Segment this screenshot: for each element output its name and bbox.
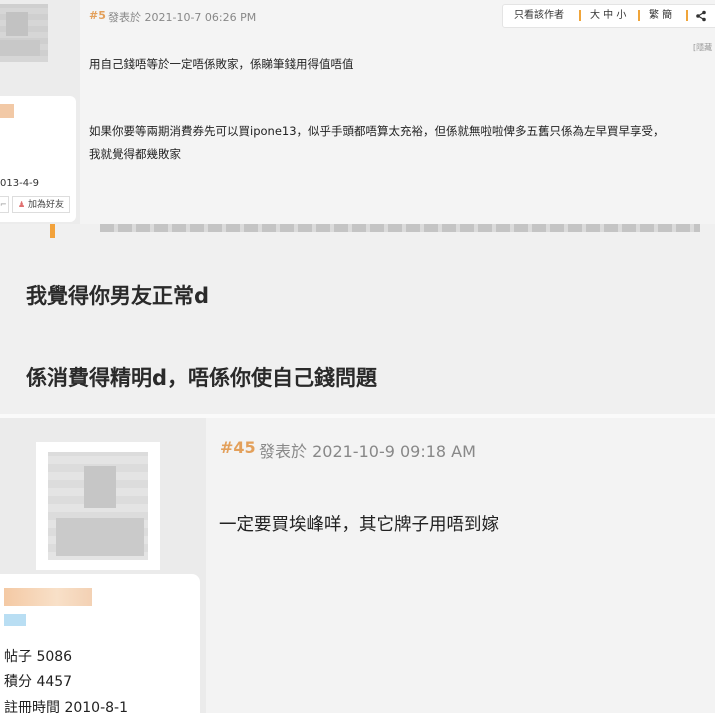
message-button[interactable]: ⌐ xyxy=(0,196,9,213)
add-friend-icon: ♟ xyxy=(17,200,26,209)
cutoff-text-fragment xyxy=(100,224,700,232)
post-45: 帖子 5086 積分 4457 註冊時間 2010-8-1 #45 發表於 20… xyxy=(0,418,715,713)
post-text-line: 用自己錢唔等於一定唔係敗家，係睇筆錢用得值唔值 xyxy=(89,57,354,71)
avatar-head xyxy=(6,12,28,36)
toolbar-divider xyxy=(638,10,640,21)
user-posts-count: 帖子 5086 xyxy=(4,649,73,665)
toolbar-divider xyxy=(686,10,688,21)
quote-marker xyxy=(50,224,55,238)
user-reg-date: 013-4-9 xyxy=(0,178,40,189)
post-5: 013-4-9 ⌐ ♟ 加為好友 #5 發表於 2021-10-7 06:26 … xyxy=(0,0,715,224)
quote-text-line: 係消費得精明d，唔係你使自己錢問題 xyxy=(26,366,378,390)
author-only-link[interactable]: 只看該作者 xyxy=(514,5,564,27)
user-group-blurred xyxy=(4,614,26,626)
post-toolbar: 只看該作者 大 中 小 繁 簡 xyxy=(502,4,715,28)
post-text-line: 一定要買埃峰咩，其它牌子用唔到嫁 xyxy=(219,515,499,535)
post-timestamp: 發表於 2021-10-9 09:18 AM xyxy=(259,442,476,461)
hidden-label[interactable]: [隱藏 xyxy=(693,42,712,53)
avatar-body xyxy=(56,518,144,556)
post-timestamp: 發表於 2021-10-7 06:26 PM xyxy=(108,11,257,24)
avatar-image xyxy=(48,452,148,560)
script-toggle-link[interactable]: 繁 簡 xyxy=(649,5,672,27)
user-avatar[interactable] xyxy=(36,442,160,570)
add-friend-label: 加為好友 xyxy=(28,200,65,210)
avatar-body xyxy=(0,40,40,56)
share-icon[interactable] xyxy=(695,5,707,31)
username-blurred[interactable] xyxy=(0,104,14,118)
user-reg-date: 註冊時間 2010-8-1 xyxy=(4,700,128,713)
post-text-line: 我就覺得都幾敗家 xyxy=(89,147,181,161)
toolbar-divider xyxy=(579,10,581,21)
quoted-reply: 我覺得你男友正常d 係消費得精明d，唔係你使自己錢問題 xyxy=(0,224,715,414)
username-blurred[interactable] xyxy=(4,588,92,606)
add-friend-button[interactable]: ♟ 加為好友 xyxy=(12,196,70,213)
post-text-line: 如果你要等兩期消費券先可以買ipone13，似乎手頭都唔算太充裕，但係就無啦啦俾… xyxy=(89,124,665,138)
post-number[interactable]: #5 xyxy=(89,9,106,22)
quote-text-line: 我覺得你男友正常d xyxy=(26,284,210,308)
post-number[interactable]: #45 xyxy=(220,438,256,457)
avatar-head xyxy=(84,466,116,508)
user-points: 積分 4457 xyxy=(4,674,73,690)
user-avatar[interactable] xyxy=(0,4,48,62)
font-size-link[interactable]: 大 中 小 xyxy=(590,5,626,27)
